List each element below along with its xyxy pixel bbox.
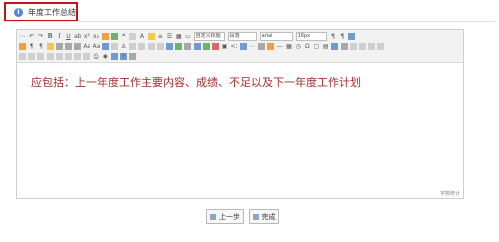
blockquote-icon[interactable]: ❝: [120, 33, 127, 40]
direction-rtl-icon[interactable]: ¶: [339, 33, 346, 40]
paste-text-icon[interactable]: [129, 33, 137, 40]
image-float-none-icon[interactable]: [129, 43, 137, 50]
align-right-icon[interactable]: [64, 43, 72, 50]
link-icon[interactable]: [101, 43, 109, 50]
video-icon[interactable]: [184, 43, 192, 50]
map-icon[interactable]: [202, 43, 210, 50]
image-center-icon[interactable]: [156, 43, 164, 50]
tab-annual-summary[interactable]: i 年度工作总结: [4, 2, 78, 22]
print-icon[interactable]: ⎙: [93, 53, 100, 60]
table-props-icon[interactable]: [74, 53, 82, 60]
fullscreen-icon[interactable]: [347, 33, 355, 40]
preview-icon[interactable]: ◉: [102, 53, 109, 60]
anchor-icon[interactable]: ⚓: [120, 43, 127, 50]
ordered-list-icon[interactable]: ≡: [157, 33, 164, 40]
lowercase-icon[interactable]: Aa: [83, 43, 90, 50]
italic-icon[interactable]: I: [56, 33, 63, 40]
gmap-icon[interactable]: [211, 43, 219, 50]
ltr-icon[interactable]: ¶: [28, 43, 35, 50]
superscript-icon[interactable]: x²: [83, 33, 90, 40]
uppercase-icon[interactable]: Aa: [93, 43, 100, 50]
toolbar-row-3: ⎙ ◉ ?: [19, 52, 461, 61]
eraser-icon[interactable]: [110, 33, 118, 40]
subscript-icon[interactable]: x₂: [93, 33, 100, 40]
info-icon: i: [14, 7, 23, 17]
template-icon[interactable]: [257, 43, 265, 50]
editor-placeholder-text: 应包括：上一年度工作主要内容、成绩、不足以及下一年度工作计划: [31, 76, 361, 89]
page-break-icon[interactable]: ⋯: [249, 43, 256, 50]
prev-step-label: 上一步: [219, 212, 240, 221]
web-app-icon[interactable]: [239, 43, 247, 50]
image-right-icon[interactable]: [147, 43, 155, 50]
frame-icon[interactable]: ▣: [221, 43, 228, 50]
delete-row-icon[interactable]: [358, 43, 366, 50]
source-icon[interactable]: ⋯: [19, 33, 26, 40]
done-label: 完成: [261, 212, 276, 221]
background-icon[interactable]: [267, 43, 275, 50]
merge-cells-icon[interactable]: [19, 53, 26, 60]
insert-row-icon[interactable]: [349, 43, 357, 50]
font-family-select[interactable]: arial: [259, 32, 293, 41]
delete-table-icon[interactable]: [340, 43, 348, 50]
align-center-icon[interactable]: [55, 43, 63, 50]
cell-align-icon[interactable]: [83, 53, 91, 60]
redo-icon[interactable]: ↷: [37, 33, 44, 40]
editor-content[interactable]: 应包括：上一年度工作主要内容、成绩、不足以及下一年度工作计划 字数统计: [17, 63, 463, 198]
image-icon[interactable]: [166, 43, 173, 50]
search-replace-icon[interactable]: [110, 53, 118, 60]
word-count: 字数统计: [439, 191, 460, 197]
align-justify-icon[interactable]: [74, 43, 82, 50]
toolbar-row-1: ⋯ ↶ ↷ B I U abc x² x₂ ❝ A ≡ ☰ ▦ ▭ 自定义标题 …: [19, 32, 461, 41]
special-char-icon[interactable]: Ω: [304, 43, 311, 50]
split-cells-icon[interactable]: [46, 53, 54, 60]
snapscreen-icon[interactable]: ▢: [313, 43, 320, 50]
back-icon: [210, 213, 216, 220]
image-left-icon[interactable]: [138, 43, 146, 50]
strikethrough-icon[interactable]: abc: [74, 33, 81, 40]
multi-image-icon[interactable]: [175, 43, 183, 50]
rtl-icon[interactable]: ¶: [37, 43, 44, 50]
drafts-icon[interactable]: [129, 53, 137, 60]
tab-divider: [4, 21, 495, 22]
word-image-icon[interactable]: ▤: [322, 43, 329, 50]
split-cols-icon[interactable]: [64, 53, 72, 60]
rich-text-editor: ⋯ ↶ ↷ B I U abc x² x₂ ❝ A ≡ ☰ ▦ ▭ 自定义标题 …: [16, 29, 464, 199]
delete-col-icon[interactable]: [377, 43, 385, 50]
insert-col-icon[interactable]: [368, 43, 376, 50]
help-icon[interactable]: ?: [120, 53, 128, 60]
insert-table-icon[interactable]: [331, 43, 339, 50]
highlight-icon[interactable]: [147, 33, 155, 40]
paragraph-select[interactable]: 段落: [227, 32, 257, 41]
time-icon[interactable]: ◷: [295, 43, 302, 50]
underline-icon[interactable]: U: [65, 33, 72, 40]
horizontal-rule-icon[interactable]: —: [276, 43, 283, 50]
date-icon[interactable]: ▦: [285, 43, 292, 50]
clear-doc-icon[interactable]: ▭: [184, 33, 191, 40]
direction-ltr-icon[interactable]: ¶: [330, 33, 337, 40]
select-all-icon[interactable]: ▦: [175, 33, 182, 40]
prev-step-button[interactable]: 上一步: [206, 209, 244, 224]
custom-title-select[interactable]: 自定义标题: [193, 32, 225, 41]
tab-title: 年度工作总结: [28, 7, 76, 17]
merge-right-icon[interactable]: [28, 53, 36, 60]
done-button[interactable]: 完成: [249, 209, 279, 224]
align-left-icon[interactable]: [46, 43, 54, 50]
unordered-list-icon[interactable]: ☰: [166, 33, 173, 40]
code-icon[interactable]: <>: [230, 43, 237, 50]
bold-icon[interactable]: B: [47, 33, 54, 40]
unlink-icon[interactable]: [110, 43, 118, 50]
check-icon: [252, 213, 259, 220]
attachment-icon[interactable]: [193, 43, 201, 50]
merge-down-icon[interactable]: [37, 53, 45, 60]
font-size-select[interactable]: 16px: [295, 32, 327, 41]
format-brush-icon[interactable]: [101, 33, 109, 40]
toolbar-row-2: ¶ ¶ Aa Aa ⚓ ▣ <> ⋯: [19, 42, 461, 51]
undo-icon[interactable]: ↶: [28, 33, 35, 40]
editor-toolbar: ⋯ ↶ ↷ B I U abc x² x₂ ❝ A ≡ ☰ ▦ ▭ 自定义标题 …: [17, 30, 463, 63]
split-rows-icon[interactable]: [55, 53, 63, 60]
font-color-icon[interactable]: A: [138, 33, 145, 40]
indent-icon[interactable]: [19, 43, 26, 50]
